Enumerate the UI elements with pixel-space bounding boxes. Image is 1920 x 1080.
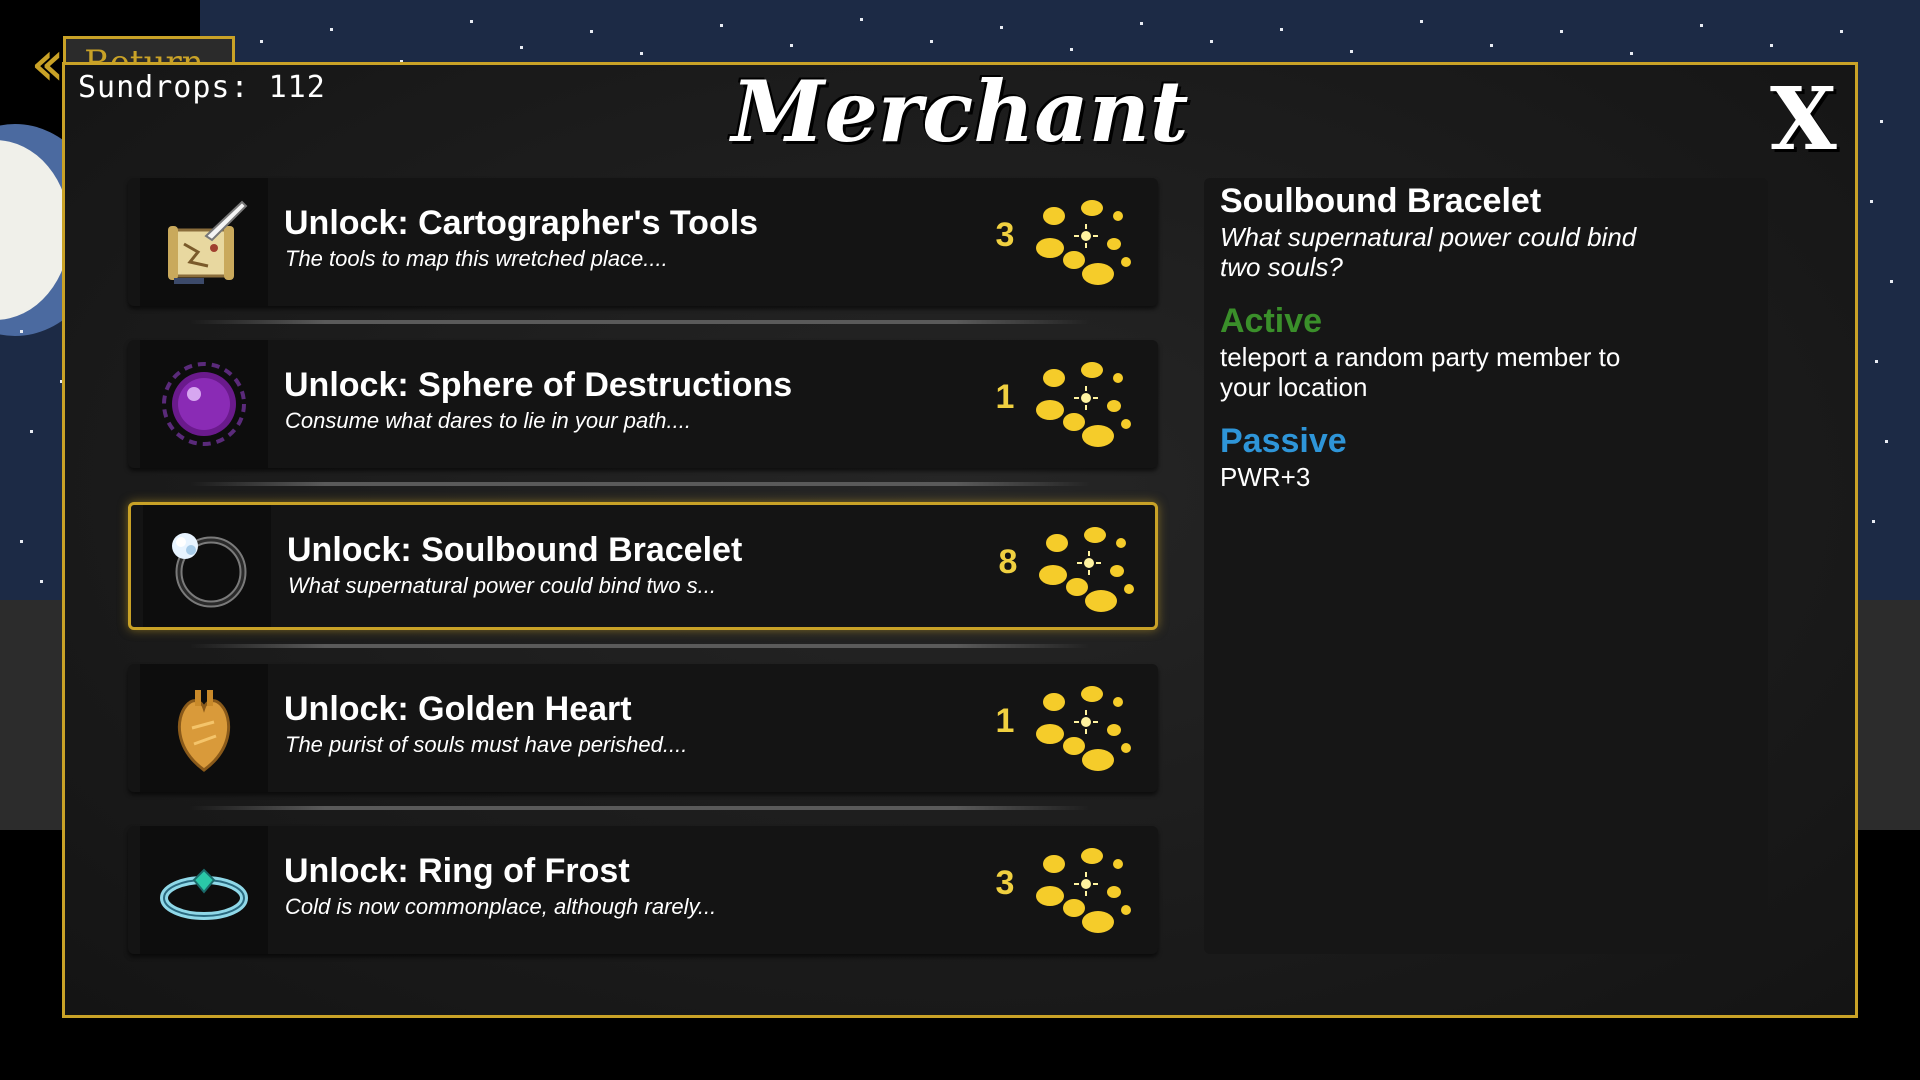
- star: [1880, 120, 1883, 123]
- star: [1000, 26, 1003, 29]
- star: [1840, 30, 1843, 33]
- detail-passive-heading: Passive: [1220, 422, 1347, 460]
- item-divider: [190, 644, 1090, 648]
- shop-item-row[interactable]: Unlock: Soulbound Bracelet What supernatu…: [128, 502, 1158, 630]
- shop-item-row[interactable]: Unlock: Golden Heart The purist of souls …: [128, 664, 1158, 792]
- double-chevron-left-icon: ‹‹: [30, 27, 65, 101]
- sundrop-coins-icon: [1036, 358, 1136, 450]
- detail-active-text: teleport a random party member to your l…: [1220, 342, 1621, 402]
- star: [640, 52, 643, 55]
- shop-item-price: 3: [995, 216, 1015, 254]
- star: [20, 540, 23, 543]
- close-button[interactable]: X: [1770, 77, 1837, 163]
- sundrops-counter: Sundrops: 112: [78, 70, 326, 105]
- golden-heart-icon: [140, 664, 268, 792]
- star: [30, 430, 33, 433]
- detail-item-description: What supernatural power could bind two s…: [1220, 222, 1637, 282]
- shop-item-name: Unlock: Ring of Frost: [284, 852, 630, 890]
- star: [1280, 28, 1283, 31]
- shop-item-name: Unlock: Sphere of Destructions: [284, 366, 793, 404]
- star: [1875, 360, 1878, 363]
- star: [520, 46, 523, 49]
- shop-item-name: Unlock: Soulbound Bracelet: [287, 531, 743, 569]
- star: [1700, 24, 1703, 27]
- star: [1210, 40, 1213, 43]
- star: [40, 580, 43, 583]
- detail-item-name: Soulbound Bracelet: [1220, 182, 1542, 220]
- sundrop-coins-icon: [1036, 844, 1136, 936]
- bracelet-icon: [143, 505, 271, 627]
- shop-item-row[interactable]: Unlock: Sphere of Destructions Consume wh…: [128, 340, 1158, 468]
- star: [790, 44, 793, 47]
- star: [470, 20, 473, 23]
- shop-item-description: The purist of souls must have perished..…: [285, 732, 688, 757]
- detail-active-heading: Active: [1220, 302, 1323, 340]
- star: [1420, 20, 1423, 23]
- star: [1560, 30, 1563, 33]
- star: [1870, 200, 1873, 203]
- item-divider: [190, 482, 1090, 486]
- star: [1350, 50, 1353, 53]
- star: [1872, 520, 1875, 523]
- purple-orb-icon: [140, 340, 268, 468]
- game-scene: ‹‹ Return Sundrops: 112 Merchant X Unloc…: [0, 0, 1920, 1080]
- star: [1630, 52, 1633, 55]
- shop-item-description: Consume what dares to lie in your path..…: [285, 408, 691, 433]
- star: [1885, 440, 1888, 443]
- shop-item-price: 1: [995, 702, 1015, 740]
- star: [590, 30, 593, 33]
- star: [1490, 44, 1493, 47]
- sundrop-coins-icon: [1036, 682, 1136, 774]
- star: [1070, 48, 1073, 51]
- star: [1140, 22, 1143, 25]
- shop-item-name: Unlock: Golden Heart: [284, 690, 632, 728]
- star: [260, 40, 263, 43]
- item-divider: [190, 320, 1090, 324]
- star: [1770, 44, 1773, 47]
- shop-item-price: 1: [995, 378, 1015, 416]
- shop-item-price: 3: [995, 864, 1015, 902]
- frost-ring-icon: [140, 826, 268, 954]
- shop-item-price: 8: [998, 543, 1018, 581]
- shop-item-row[interactable]: Unlock: Cartographer's Tools The tools to…: [128, 178, 1158, 306]
- star: [1890, 280, 1893, 283]
- item-detail-panel: Soulbound Bracelet What supernatural pow…: [1204, 178, 1768, 954]
- detail-passive-text: PWR+3: [1220, 462, 1311, 492]
- merchant-title: Merchant: [731, 62, 1189, 161]
- shop-item-description: The tools to map this wretched place....: [285, 246, 668, 271]
- map-and-quill-icon: [140, 178, 268, 306]
- sundrop-coins-icon: [1039, 523, 1139, 615]
- shop-item-description: Cold is now commonplace, although rarely…: [285, 894, 717, 919]
- star: [330, 28, 333, 31]
- sundrop-coins-icon: [1036, 196, 1136, 288]
- shop-item-description: What supernatural power could bind two s…: [288, 573, 717, 598]
- star: [20, 330, 23, 333]
- star: [720, 24, 723, 27]
- star: [860, 18, 863, 21]
- item-divider: [190, 806, 1090, 810]
- star: [930, 40, 933, 43]
- shop-item-name: Unlock: Cartographer's Tools: [284, 204, 759, 242]
- shop-item-row[interactable]: Unlock: Ring of Frost Cold is now commonp…: [128, 826, 1158, 954]
